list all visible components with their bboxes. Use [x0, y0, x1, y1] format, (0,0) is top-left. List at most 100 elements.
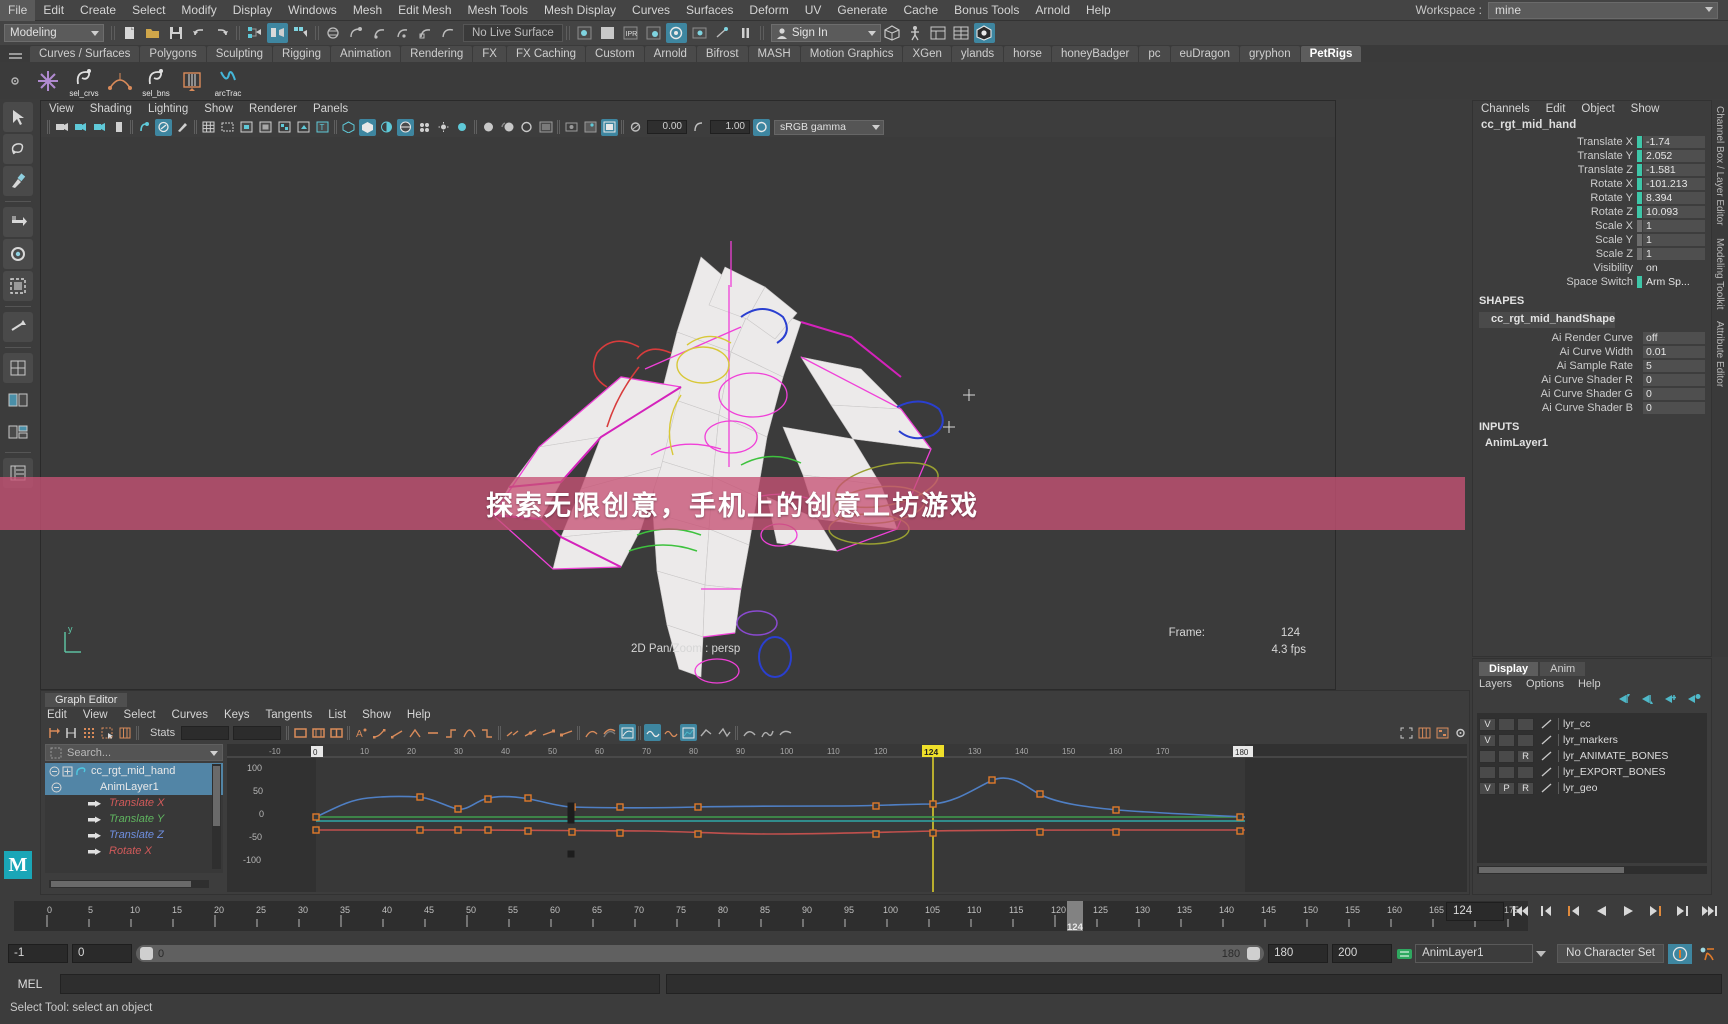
gate-mask-icon[interactable] [257, 119, 274, 136]
center-current-time-icon[interactable] [328, 724, 345, 741]
channel-box-menu-object[interactable]: Object [1581, 103, 1614, 115]
menu-item-arnold[interactable]: Arnold [1027, 0, 1078, 21]
menu-item-file[interactable]: File [0, 0, 36, 21]
playback-end-time-field[interactable]: 180 [1268, 944, 1329, 963]
snap-curve-icon[interactable] [346, 23, 367, 43]
layer-row[interactable]: lyr_EXPORT_BONES [1477, 764, 1707, 780]
command-language-label[interactable]: MEL [6, 977, 54, 991]
step-forward-button[interactable] [1672, 901, 1693, 921]
grid-toggle-icon[interactable] [200, 119, 217, 136]
isolate-curve-icon[interactable] [716, 724, 733, 741]
go-to-start-button[interactable] [1510, 901, 1531, 921]
shelf-tab-bifrost[interactable]: Bifrost [696, 46, 748, 62]
graph-channel-tree[interactable]: cc_rgt_mid_hand AnimLayer1 Translate X T… [45, 763, 223, 873]
single-view-layout-icon[interactable] [3, 353, 33, 383]
shelf-options-icon[interactable] [0, 62, 30, 99]
stats-time-field[interactable] [181, 725, 230, 740]
plateau-tangent-icon[interactable] [461, 724, 478, 741]
channel-row[interactable]: Ai Curve Shader G 0 [1473, 387, 1705, 400]
snap-point-icon[interactable] [369, 23, 390, 43]
graph-menu-edit[interactable]: Edit [47, 709, 67, 721]
layer-name[interactable]: lyr_geo [1558, 782, 1597, 794]
layer-color-swatch[interactable] [1539, 718, 1555, 731]
unify-tangents-icon[interactable] [522, 724, 539, 741]
new-scene-icon[interactable] [119, 23, 140, 43]
vtab-attribute-editor[interactable]: Attribute Editor [1712, 315, 1727, 393]
render-view-icon[interactable] [574, 23, 595, 43]
shelf-tab-rigging[interactable]: Rigging [273, 46, 331, 62]
layer-tab-display[interactable]: Display [1479, 662, 1539, 676]
normalized-curve-display-icon[interactable] [619, 724, 637, 741]
shelf-button-sel-crvs[interactable]: sel_crvs [66, 63, 102, 98]
layer-visibility-toggle[interactable]: V [1479, 781, 1496, 795]
menu-item-deform[interactable]: Deform [741, 0, 796, 21]
motion-blur-icon[interactable] [499, 119, 516, 136]
curve-smooth-icon[interactable] [741, 724, 758, 741]
shade-selected-icon[interactable] [378, 119, 395, 136]
layer-playback-toggle[interactable] [1498, 717, 1515, 731]
animation-preferences-button[interactable] [1696, 944, 1720, 964]
menu-item-help[interactable]: Help [1078, 0, 1119, 21]
layer-playback-toggle[interactable]: P [1498, 781, 1515, 795]
render-settings-icon[interactable] [643, 23, 664, 43]
snap-grid-icon[interactable] [323, 23, 344, 43]
shelf-tab-fx-caching[interactable]: FX Caching [506, 46, 586, 62]
input-node-name[interactable]: AnimLayer1 [1473, 435, 1711, 451]
layer-reference-toggle[interactable] [1517, 733, 1534, 747]
graph-search-bar[interactable]: Search... [45, 744, 223, 761]
lasso-tool-icon[interactable] [3, 134, 33, 164]
tree-item-animlayer[interactable]: AnimLayer1 [45, 779, 223, 795]
play-backwards-button[interactable] [1591, 901, 1612, 921]
graph-menu-curves[interactable]: Curves [172, 709, 208, 721]
snap-view-plane-icon[interactable] [415, 23, 436, 43]
hypershade-icon[interactable] [665, 23, 687, 43]
menu-item-cache[interactable]: Cache [895, 0, 946, 21]
channel-value[interactable]: 1 [1643, 233, 1705, 246]
menu-item-select[interactable]: Select [124, 0, 173, 21]
channel-row[interactable]: Rotate Z 10.093 [1473, 205, 1705, 218]
last-tool-icon[interactable] [3, 312, 33, 342]
menu-item-windows[interactable]: Windows [280, 0, 345, 21]
three-pane-layout-icon[interactable] [3, 417, 33, 447]
layer-name[interactable]: lyr_markers [1558, 734, 1618, 746]
channel-box-menu-edit[interactable]: Edit [1546, 103, 1566, 115]
layer-list[interactable]: V lyr_cc V lyr_markers R lyr_ANIMATE_BON… [1477, 713, 1707, 863]
channel-row[interactable]: Ai Render Curve off [1473, 331, 1705, 344]
ipr-render-icon[interactable]: IPR [620, 23, 641, 43]
tree-item-channel[interactable]: Translate Z [45, 827, 223, 843]
channel-row[interactable]: Ai Curve Shader B 0 [1473, 401, 1705, 414]
viewport-menu-shading[interactable]: Shading [90, 103, 132, 115]
channel-value[interactable]: 8.394 [1643, 191, 1705, 204]
menu-item-mesh-display[interactable]: Mesh Display [536, 0, 624, 21]
range-right-handle[interactable] [1247, 947, 1261, 960]
layer-visibility-toggle[interactable] [1479, 765, 1496, 779]
graph-menu-show[interactable]: Show [362, 709, 391, 721]
channel-value[interactable]: -101.213 [1643, 177, 1705, 190]
spline-tangent-icon[interactable] [371, 724, 388, 741]
anti-alias-icon[interactable] [518, 119, 535, 136]
chevron-down-icon[interactable] [210, 751, 218, 756]
layer-reference-toggle[interactable] [1517, 765, 1534, 779]
lighting-toggle-icon[interactable] [435, 119, 452, 136]
range-left-handle[interactable] [140, 947, 153, 960]
time-slider-track[interactable]: 0 5 10 15 20 25 30 35 40 45 50 55 60 65 70 75 80 85 … [14, 901, 1528, 933]
layer-visibility-toggle[interactable]: V [1479, 733, 1496, 747]
vtab-channel-box-layer-editor[interactable]: Channel Box / Layer Editor [1712, 100, 1727, 232]
play-forwards-button[interactable] [1618, 901, 1639, 921]
undo-icon[interactable] [188, 23, 209, 43]
text-overlay-icon[interactable]: T [314, 119, 331, 136]
viewport-menu-renderer[interactable]: Renderer [249, 103, 297, 115]
channel-row[interactable]: Translate X -1.74 [1473, 135, 1705, 148]
live-surface-field[interactable]: No Live Surface [463, 24, 563, 42]
channel-row[interactable]: Space Switch Arm Sp... [1473, 275, 1705, 288]
channel-value[interactable]: 10.093 [1643, 205, 1705, 218]
render-sequence-icon[interactable] [689, 23, 710, 43]
exposure-icon[interactable] [627, 119, 644, 136]
menu-item-mesh-tools[interactable]: Mesh Tools [460, 0, 536, 21]
channel-value[interactable]: off [1643, 331, 1705, 344]
layer-visibility-toggle[interactable] [1479, 749, 1496, 763]
resolution-gate-icon[interactable] [238, 119, 255, 136]
layer-playback-toggle[interactable] [1498, 765, 1515, 779]
channel-box-panel-icon[interactable] [951, 23, 972, 43]
channel-row[interactable]: Visibility on [1473, 261, 1705, 274]
